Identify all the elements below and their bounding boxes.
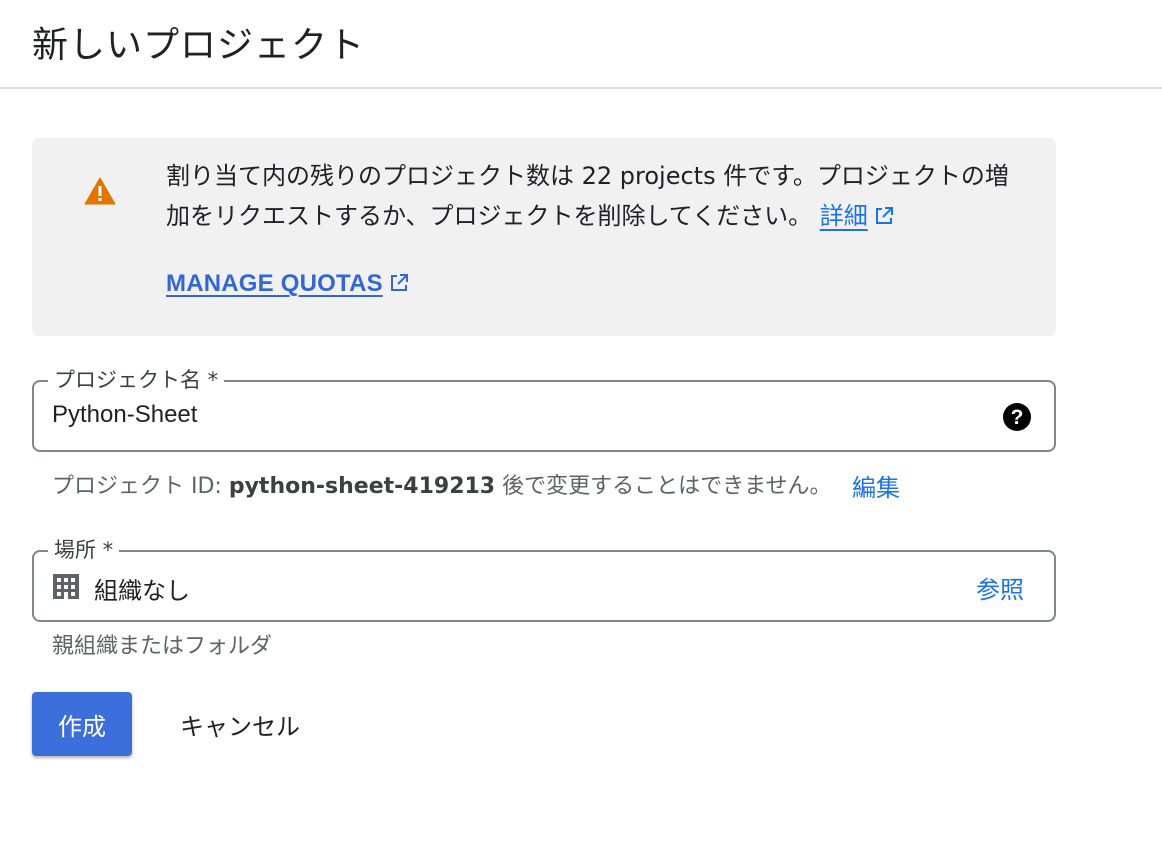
- project-id-value: python-sheet-419213: [228, 474, 496, 499]
- organization-icon: [53, 574, 79, 599]
- location-value: 組織なし: [94, 577, 190, 605]
- external-link-icon[interactable]: [874, 206, 894, 226]
- location-label: 場所 *: [48, 534, 120, 564]
- project-name-field[interactable]: プロジェクト名 * Python-Sheet ?: [32, 364, 1056, 452]
- help-icon[interactable]: ?: [1002, 402, 1032, 432]
- manage-quotas-link[interactable]: MANAGE QUOTAS: [166, 270, 409, 298]
- project-id-hint: プロジェクト ID: python-sheet-419213 後で変更することは…: [52, 468, 831, 500]
- browse-button[interactable]: 参照: [976, 570, 1024, 605]
- cancel-button[interactable]: キャンセル: [160, 692, 320, 756]
- project-name-input[interactable]: Python-Sheet: [52, 401, 197, 429]
- details-link[interactable]: 詳細: [820, 202, 868, 230]
- new-project-page: 新しいプロジェクト 割り当て内の残りのプロジェクト数は 22 projects …: [0, 0, 1162, 856]
- create-button[interactable]: 作成: [32, 692, 132, 756]
- manage-quotas-label[interactable]: MANAGE QUOTAS: [166, 270, 383, 297]
- location-hint: 親組織またはフォルダ: [52, 634, 273, 659]
- project-id-suffix: 後で変更することはできません。: [502, 474, 832, 499]
- project-id-prefix: プロジェクト ID:: [52, 474, 222, 499]
- page-header: 新しいプロジェクト: [0, 0, 1162, 89]
- warning-icon: [84, 177, 116, 205]
- location-field[interactable]: 場所 * 組織なし 参照: [32, 534, 1056, 622]
- page-title: 新しいプロジェクト: [32, 25, 366, 66]
- quota-message: 割り当て内の残りのプロジェクト数は 22 projects 件です。プロジェクト…: [166, 156, 1016, 236]
- svg-text:?: ?: [1011, 406, 1024, 429]
- edit-project-id-link[interactable]: 編集: [852, 468, 900, 503]
- project-name-label: プロジェクト名 *: [48, 364, 225, 394]
- external-link-icon[interactable]: [389, 273, 409, 293]
